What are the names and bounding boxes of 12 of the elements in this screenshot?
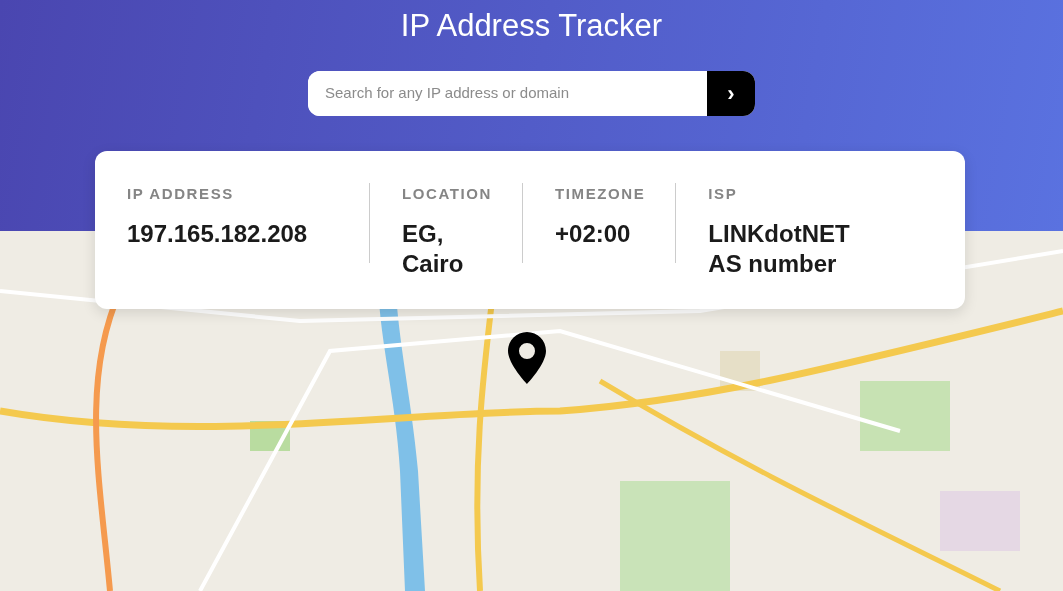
page-title: IP Address Tracker	[400, 7, 663, 45]
info-label: TIMEZONE	[555, 184, 646, 204]
location-pin-icon	[508, 332, 546, 384]
info-value: +02:00	[555, 218, 631, 249]
info-label: ISP	[708, 184, 738, 204]
info-label: IP ADDRESS	[127, 184, 234, 204]
search-field[interactable]: Search for any IP address or domain ›	[308, 71, 755, 116]
info-value: EG, Cairo	[402, 218, 465, 279]
info-value: LINKdotNET AS number	[708, 218, 851, 279]
info-label: LOCATION	[402, 184, 492, 204]
search-button[interactable]: ›	[707, 71, 755, 116]
info-value: 197.165.182.208	[127, 218, 308, 249]
